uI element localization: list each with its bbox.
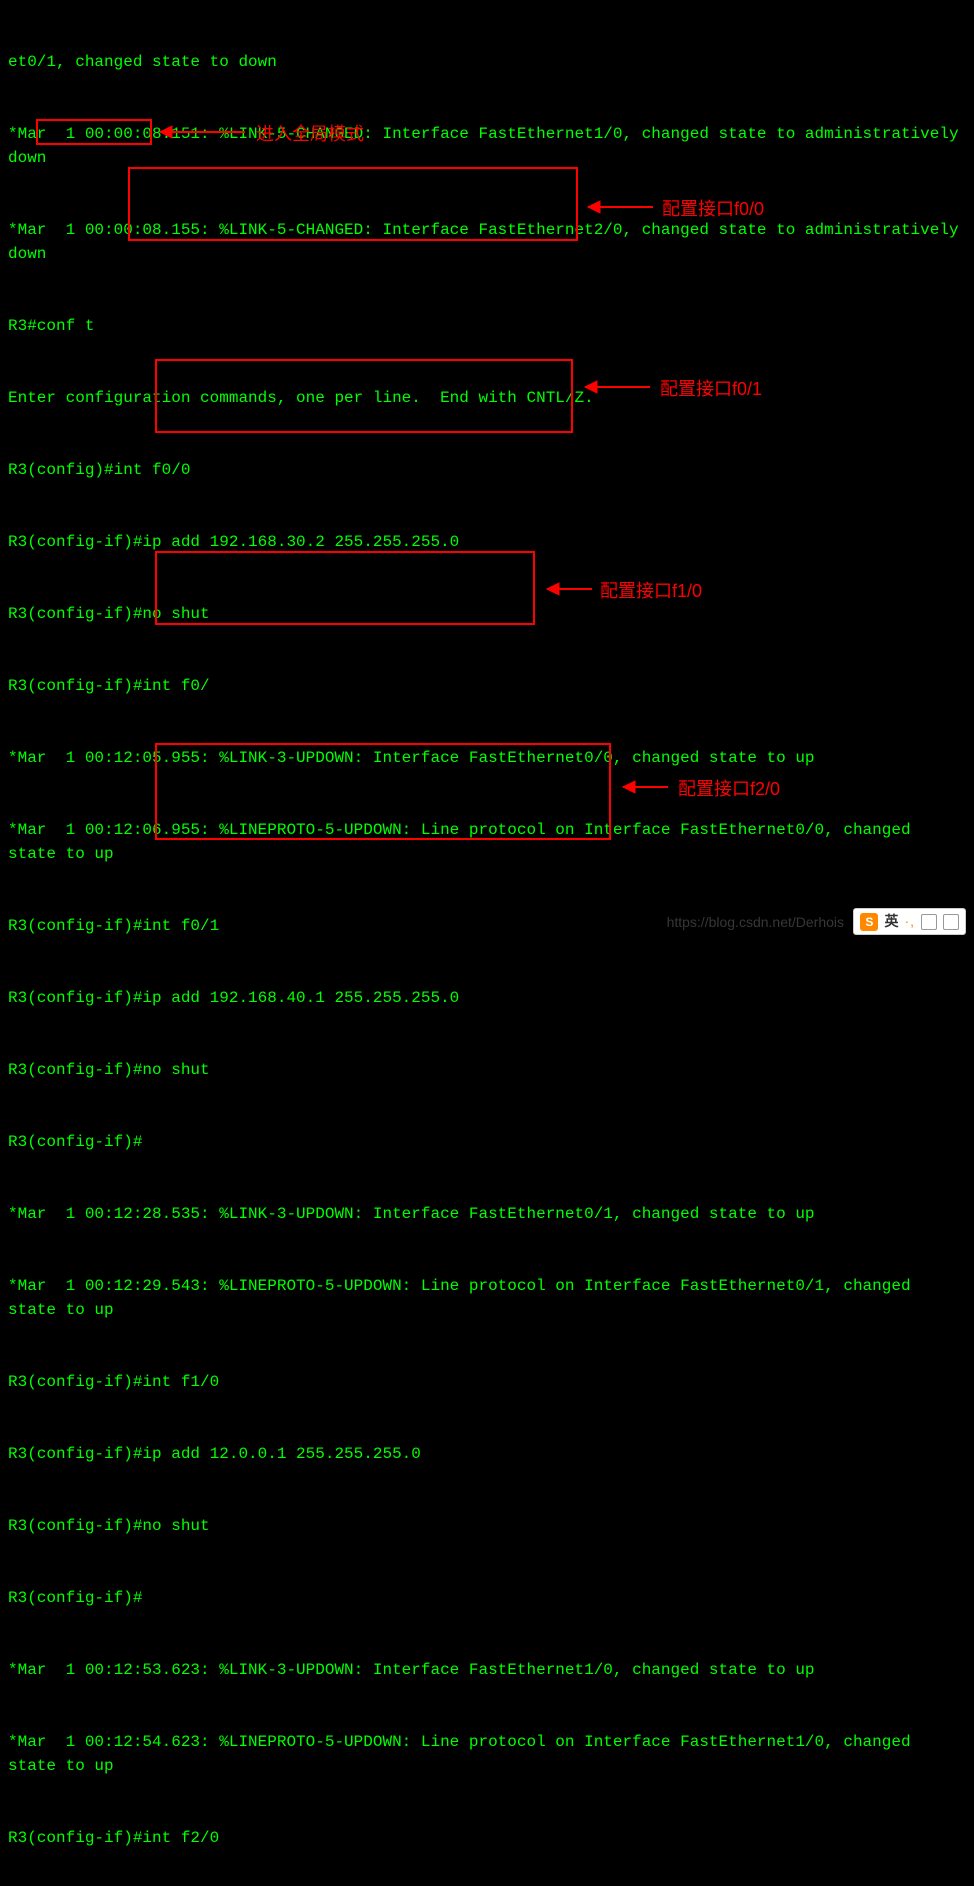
log-line: R3#conf t	[8, 314, 966, 338]
log-line: *Mar 1 00:00:08.155: %LINK-5-CHANGED: In…	[8, 218, 966, 266]
log-line: R3(config-if)#ip add 192.168.40.1 255.25…	[8, 986, 966, 1010]
log-line: *Mar 1 00:12:06.955: %LINEPROTO-5-UPDOWN…	[8, 818, 966, 866]
log-line: R3(config-if)#	[8, 1130, 966, 1154]
terminal-output: et0/1, changed state to down *Mar 1 00:0…	[8, 2, 966, 1886]
ime-punct-toggle[interactable]: ·,	[904, 911, 915, 932]
log-line: *Mar 1 00:12:53.623: %LINK-3-UPDOWN: Int…	[8, 1658, 966, 1682]
log-line: *Mar 1 00:12:29.543: %LINEPROTO-5-UPDOWN…	[8, 1274, 966, 1322]
ime-settings-icon[interactable]	[943, 914, 959, 930]
log-line: R3(config-if)#	[8, 1586, 966, 1610]
log-line: R3(config-if)#ip add 12.0.0.1 255.255.25…	[8, 1442, 966, 1466]
log-line: *Mar 1 00:00:08.151: %LINK-5-CHANGED: In…	[8, 122, 966, 170]
log-line: *Mar 1 00:12:28.535: %LINK-3-UPDOWN: Int…	[8, 1202, 966, 1226]
log-line: R3(config-if)#no shut	[8, 1058, 966, 1082]
log-line: R3(config-if)#no shut	[8, 602, 966, 626]
log-line: *Mar 1 00:12:05.955: %LINK-3-UPDOWN: Int…	[8, 746, 966, 770]
log-line: R3(config-if)#int f0/	[8, 674, 966, 698]
log-line: R3(config-if)#ip add 192.168.30.2 255.25…	[8, 530, 966, 554]
log-line: R3(config-if)#int f2/0	[8, 1826, 966, 1850]
ime-language-toggle[interactable]: 英	[884, 911, 898, 932]
ime-toolbar[interactable]: S 英 ·,	[853, 908, 966, 935]
ime-keyboard-icon[interactable]	[921, 914, 937, 930]
log-line: R3(config)#int f0/0	[8, 458, 966, 482]
watermark-text: https://blog.csdn.net/Derhois	[667, 912, 844, 933]
log-line: Enter configuration commands, one per li…	[8, 386, 966, 410]
log-line: et0/1, changed state to down	[8, 50, 966, 74]
log-line: R3(config-if)#no shut	[8, 1514, 966, 1538]
log-line: *Mar 1 00:12:54.623: %LINEPROTO-5-UPDOWN…	[8, 1730, 966, 1778]
ime-brand-icon[interactable]: S	[860, 913, 878, 931]
log-line: R3(config-if)#int f1/0	[8, 1370, 966, 1394]
